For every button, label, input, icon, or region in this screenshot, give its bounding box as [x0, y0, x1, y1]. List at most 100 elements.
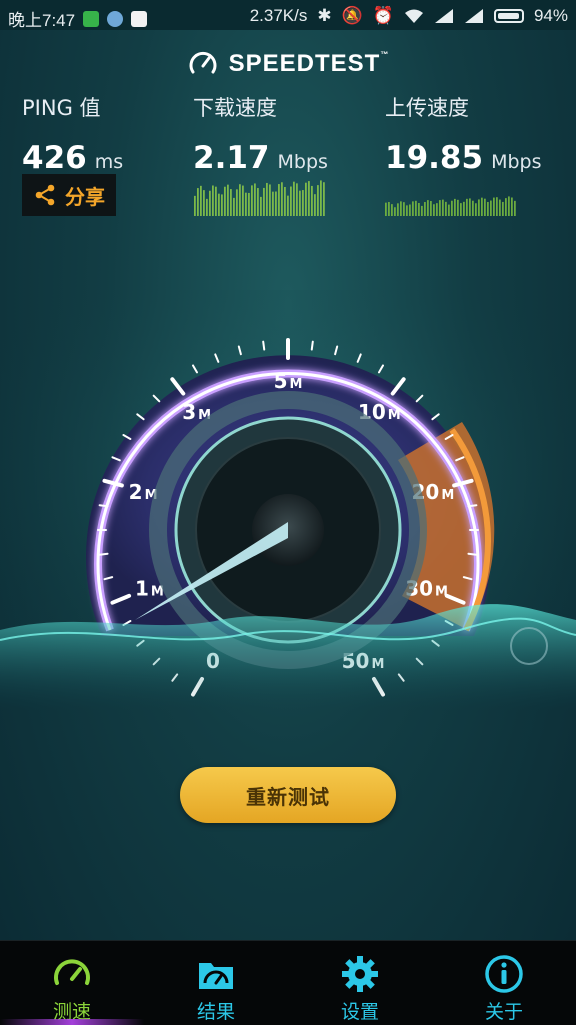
- sparkline-bar: [197, 188, 199, 216]
- sparkline-bar: [311, 185, 313, 216]
- ping-value: 426: [22, 140, 87, 176]
- sparkline-bar: [481, 197, 483, 216]
- sparkline-bar: [284, 186, 286, 216]
- sparkline-bar: [215, 186, 217, 216]
- bottom-tab-bar: 测速 结果 设置 关于: [0, 940, 576, 1025]
- sparkline-bar: [433, 204, 435, 216]
- sparkline-bar: [248, 192, 250, 216]
- gauge-minor-tick: [98, 552, 109, 556]
- sparkline-bar: [233, 197, 235, 216]
- sparkline-bar: [200, 185, 202, 216]
- sparkline-bar: [439, 200, 441, 216]
- tab-about-label: 关于: [484, 1001, 523, 1023]
- share-label: 分享: [65, 184, 105, 209]
- sparkline-bar: [305, 182, 307, 216]
- gear-icon: [342, 956, 378, 992]
- sparkline-bar: [290, 186, 292, 216]
- sparkline-bar: [206, 198, 208, 216]
- upload-label: 上传速度: [385, 96, 469, 120]
- sparkline-bar: [385, 202, 387, 216]
- sparkline-bar: [260, 196, 262, 216]
- sparkline-bar: [487, 201, 489, 216]
- status-time: 晚上7:47: [8, 11, 76, 30]
- sparkline-bar: [469, 198, 471, 216]
- sparkline-bar: [490, 200, 492, 216]
- download-label: 下载速度: [193, 96, 277, 120]
- sparkline-bar: [245, 192, 247, 216]
- side-handle[interactable]: [510, 627, 548, 665]
- logo-text: SPEEDTEST™: [228, 50, 390, 77]
- ping-unit: ms: [94, 151, 124, 173]
- signal-icon-2: [464, 9, 483, 23]
- tab-results[interactable]: 结果: [144, 941, 288, 1025]
- speedometer-icon: [54, 959, 90, 985]
- sparkline-bar: [400, 201, 402, 216]
- sparkline-bar: [296, 183, 298, 216]
- qq-app-icon: [131, 10, 148, 27]
- sparkline-bar: [409, 204, 411, 216]
- sparkline-bar: [230, 189, 232, 216]
- speed-gauge: 01M2M3M5M10M20M30M50M: [0, 290, 576, 710]
- battery-level: 94%: [533, 6, 568, 25]
- battery-icon: [493, 9, 524, 23]
- sparkline-bar: [415, 200, 417, 216]
- sparkline-bar: [460, 203, 462, 216]
- gauge-minor-tick: [467, 552, 478, 556]
- sparkline-bar: [475, 203, 477, 216]
- sparkline-bar: [236, 189, 238, 216]
- sparkline-bar: [203, 190, 205, 216]
- sparkline-bar: [511, 197, 513, 216]
- sparkline-bar: [388, 202, 390, 216]
- tab-settings[interactable]: 设置: [288, 941, 432, 1025]
- sparkline-bar: [505, 198, 507, 216]
- sparkline-bar: [424, 202, 426, 216]
- sparkline-bar: [224, 186, 226, 216]
- sparkline-bar: [194, 195, 196, 216]
- tab-settings-label: 设置: [340, 1001, 379, 1023]
- sparkline-bar: [278, 184, 280, 216]
- sparkline-bar: [221, 194, 223, 216]
- alarm-icon: ⏰: [372, 6, 394, 25]
- download-metric: 下载速度 2.17 Mbps: [193, 92, 328, 176]
- sparkline-bar: [442, 199, 444, 216]
- active-tab-indicator: [0, 1019, 144, 1025]
- sparkline-bar: [320, 180, 322, 216]
- tab-about[interactable]: 关于: [432, 941, 576, 1025]
- sparkline-bar: [430, 201, 432, 216]
- ping-metric: PING 值 426 ms: [22, 92, 123, 176]
- sparkline-bar: [275, 191, 277, 216]
- download-sparkline: [194, 180, 325, 216]
- tab-speedtest[interactable]: 测速: [0, 941, 144, 1025]
- sparkline-bar: [478, 199, 480, 216]
- share-button[interactable]: 分享: [22, 174, 116, 216]
- sparkline-bar: [412, 201, 414, 216]
- gauge-minor-tick: [310, 340, 314, 351]
- sparkline-bar: [302, 190, 304, 216]
- sparkline-bar: [472, 200, 474, 216]
- sparkline-bar: [272, 191, 274, 216]
- sparkline-bar: [466, 198, 468, 216]
- sparkline-bar: [457, 199, 459, 216]
- sparkline-bar: [406, 205, 408, 216]
- sparkline-bar: [397, 203, 399, 216]
- sparkline-bar: [212, 185, 214, 216]
- sparkline-bar: [493, 197, 495, 216]
- tab-results-label: 结果: [196, 1001, 235, 1023]
- download-value: 2.17: [193, 140, 270, 176]
- sparkline-bar: [218, 193, 220, 216]
- sparkline-bar: [463, 201, 465, 216]
- sparkline-bar: [209, 190, 211, 216]
- sparkline-bar: [403, 202, 405, 216]
- sparkline-bar: [239, 184, 241, 216]
- shield-app-icon: [83, 10, 100, 27]
- download-unit: Mbps: [277, 151, 328, 173]
- sparkline-bar: [484, 198, 486, 216]
- info-icon: [485, 955, 523, 993]
- folder-icon: [199, 963, 233, 989]
- sparkline-bar: [251, 185, 253, 216]
- upload-sparkline: [385, 196, 516, 216]
- sparkline-bar: [391, 204, 393, 216]
- sparkline-bar: [502, 201, 504, 216]
- gauge-minor-tick: [98, 504, 109, 508]
- retest-button[interactable]: 重新测试: [180, 767, 396, 823]
